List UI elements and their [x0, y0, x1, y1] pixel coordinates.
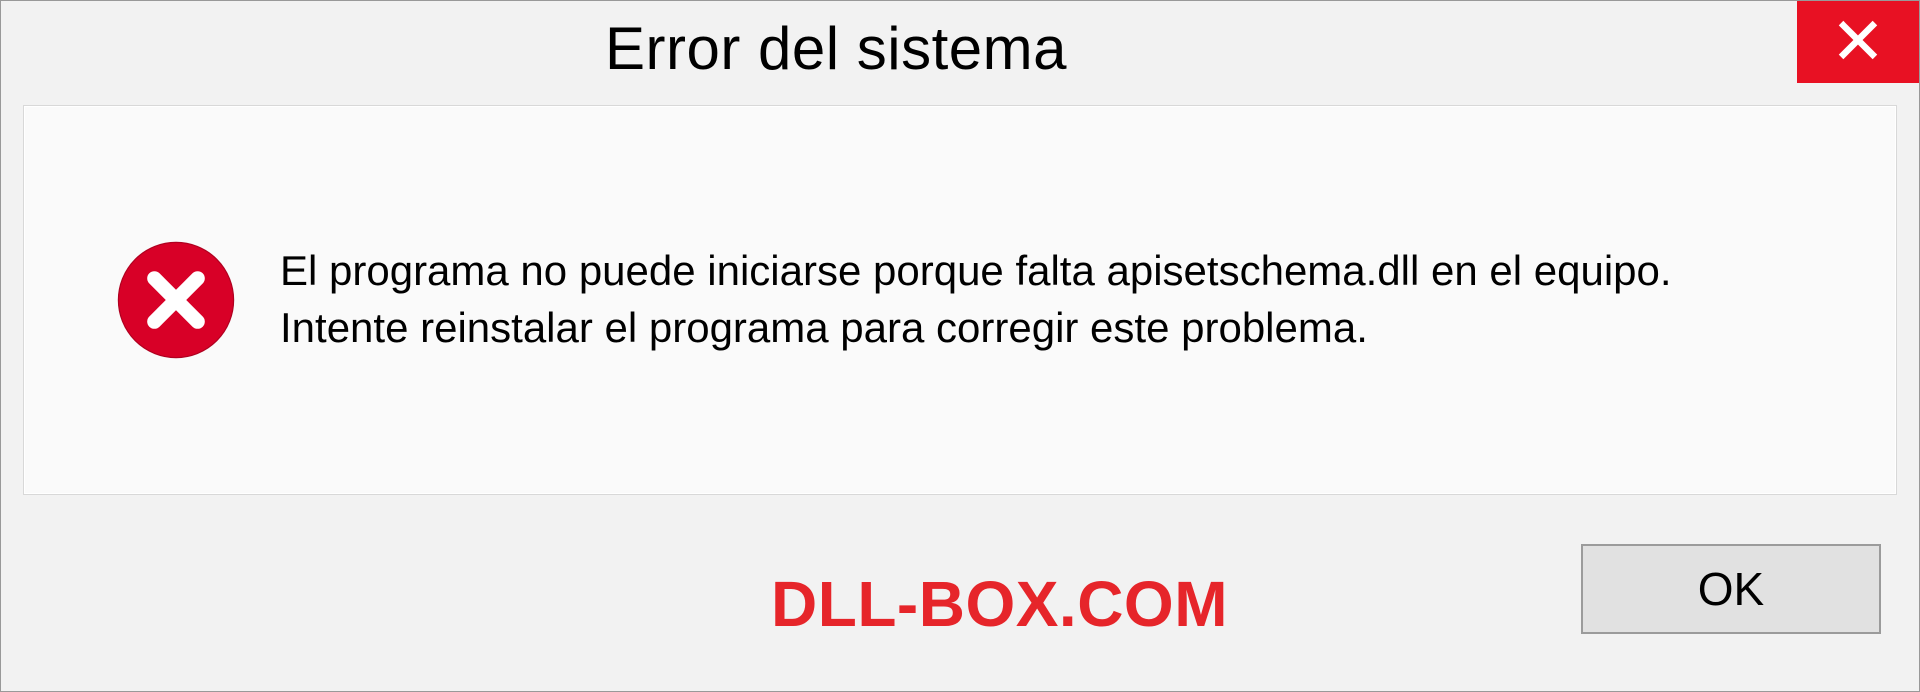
dialog-footer: DLL-BOX.COM OK [1, 525, 1919, 691]
titlebar: Error del sistema [1, 1, 1919, 95]
error-dialog: Error del sistema El programa no puede i… [0, 0, 1920, 692]
ok-button[interactable]: OK [1581, 544, 1881, 634]
close-icon [1836, 18, 1880, 67]
dialog-body: El programa no puede iniciarse porque fa… [23, 105, 1897, 495]
dialog-title: Error del sistema [605, 14, 1067, 83]
watermark-text: DLL-BOX.COM [771, 567, 1228, 641]
close-button[interactable] [1797, 1, 1919, 83]
error-icon [116, 240, 236, 360]
error-message: El programa no puede iniciarse porque fa… [280, 243, 1780, 356]
